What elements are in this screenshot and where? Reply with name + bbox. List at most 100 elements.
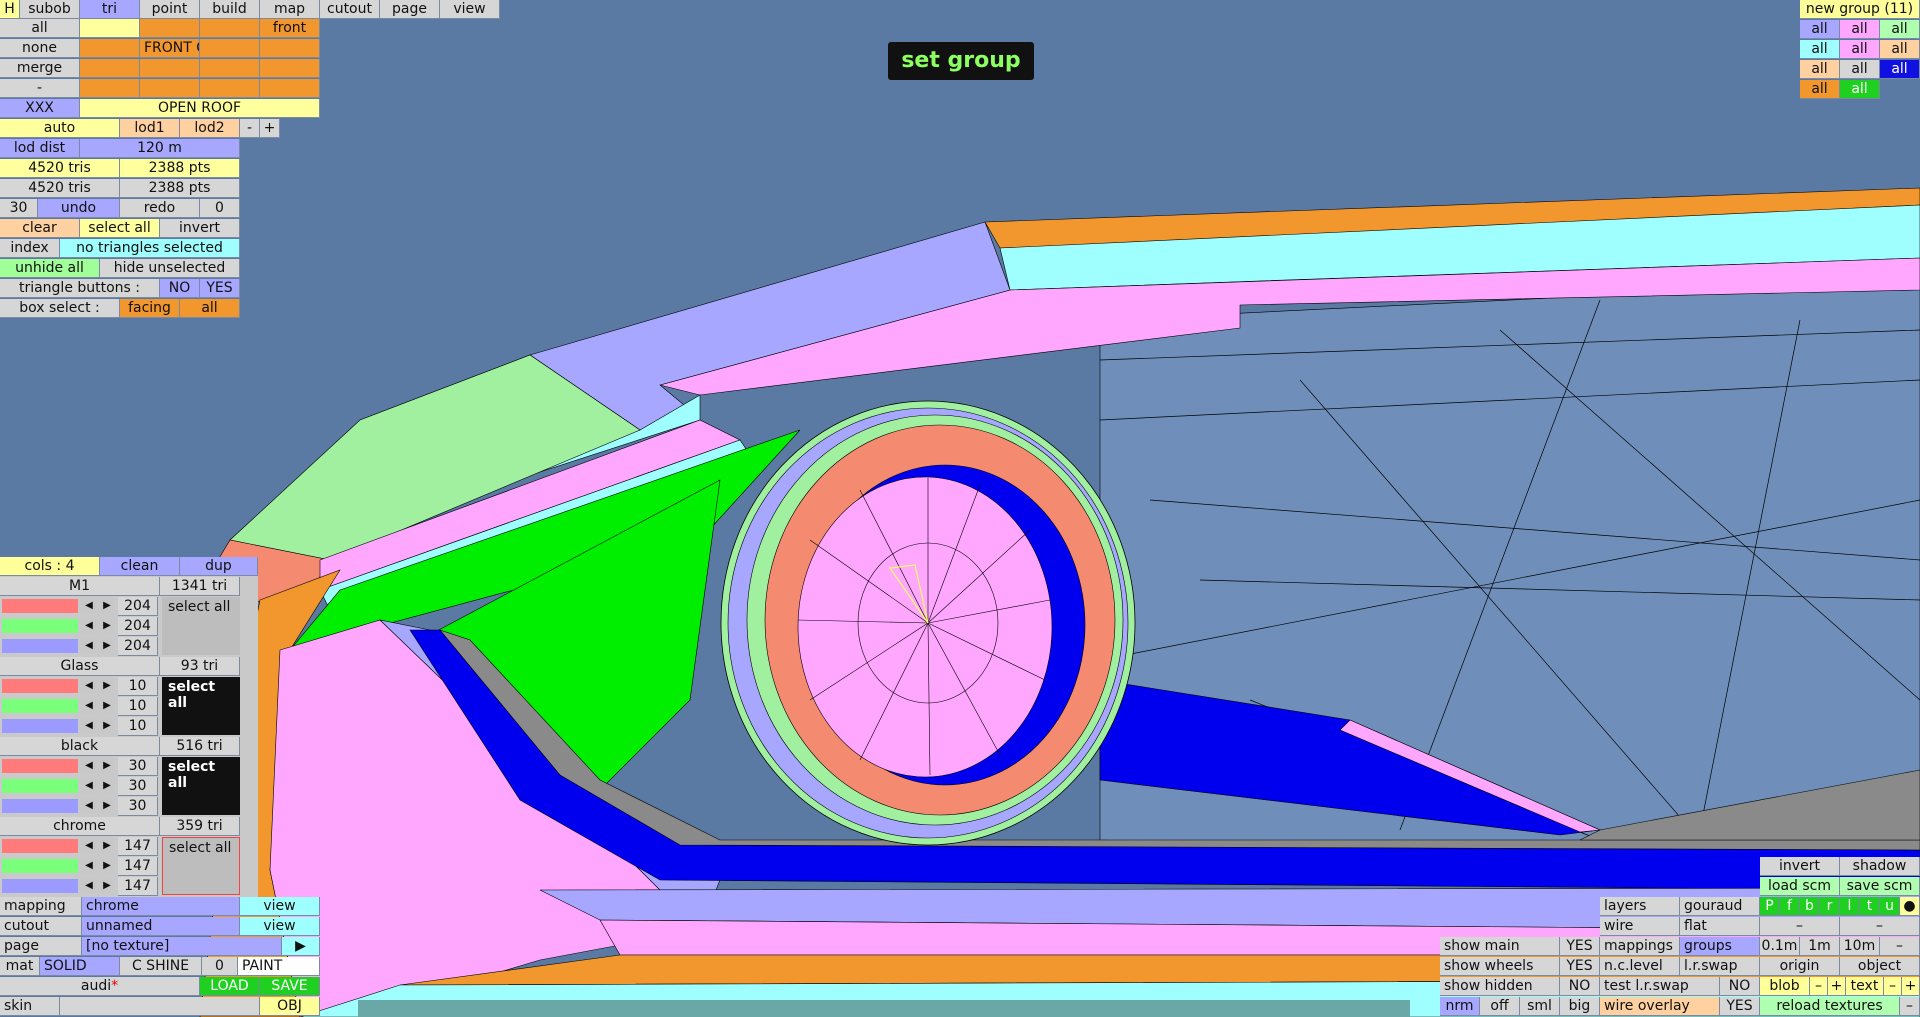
decrease-arrow-icon[interactable]: ◀ <box>82 639 96 653</box>
group-all-6[interactable]: all <box>1880 40 1920 59</box>
increase-arrow-icon[interactable]: ▶ <box>100 599 114 613</box>
group-front-g[interactable]: FRONT G <box>140 39 200 58</box>
menu-map[interactable]: map <box>260 0 320 19</box>
cutout-value[interactable]: unnamed <box>82 917 240 936</box>
group-cell[interactable] <box>260 39 320 58</box>
group-dash-button[interactable]: - <box>0 79 80 98</box>
group-cell[interactable] <box>80 59 140 78</box>
group-none-button[interactable]: none <box>0 39 80 58</box>
show-wheels-toggle[interactable]: YES <box>1560 957 1600 976</box>
blob-button[interactable]: blob <box>1760 977 1810 996</box>
undo-button[interactable]: undo <box>38 199 120 218</box>
group-all-8[interactable]: all <box>1840 60 1880 79</box>
group-cell[interactable] <box>200 59 260 78</box>
blob-minus[interactable]: – <box>1810 977 1828 996</box>
color-slider[interactable] <box>2 639 78 653</box>
layer-toggle-P[interactable]: P <box>1760 897 1780 916</box>
increase-arrow-icon[interactable]: ▶ <box>100 759 114 773</box>
color-value[interactable]: 10 <box>118 677 158 696</box>
step-dash[interactable]: – <box>1880 937 1920 956</box>
wire-overlay-toggle[interactable]: YES <box>1720 997 1760 1016</box>
color-value[interactable]: 147 <box>118 877 158 896</box>
color-value[interactable]: 30 <box>118 797 158 816</box>
mapping-value[interactable]: chrome <box>82 897 240 916</box>
show-main-toggle[interactable]: YES <box>1560 937 1600 956</box>
layer-toggle-f[interactable]: f <box>1780 897 1800 916</box>
color-value[interactable]: 147 <box>118 837 158 856</box>
invert-button[interactable]: invert <box>1760 857 1840 876</box>
hide-unselected-button[interactable]: hide unselected <box>100 259 240 278</box>
lod1-button[interactable]: lod1 <box>120 119 180 138</box>
increase-arrow-icon[interactable]: ▶ <box>100 859 114 873</box>
color-value[interactable]: 147 <box>118 857 158 876</box>
lod-auto-button[interactable]: auto <box>0 119 120 138</box>
group-all-9[interactable]: all <box>1880 60 1920 79</box>
color-slider[interactable] <box>2 679 78 693</box>
group-cell[interactable] <box>200 39 260 58</box>
index-button[interactable]: index <box>0 239 60 258</box>
menu-h[interactable]: H <box>0 0 20 19</box>
lod-dist-value[interactable]: 120 m <box>80 139 240 158</box>
group-all-11[interactable]: all <box>1840 80 1880 99</box>
blob-plus[interactable]: + <box>1828 977 1846 996</box>
material-select-all[interactable]: select all <box>168 599 230 615</box>
increase-arrow-icon[interactable]: ▶ <box>100 639 114 653</box>
material-preview[interactable]: select all <box>162 837 240 895</box>
menu-subob[interactable]: subob <box>20 0 80 19</box>
menu-point[interactable]: point <box>140 0 200 19</box>
color-slider[interactable] <box>2 859 78 873</box>
cutout-view-button[interactable]: view <box>240 917 320 936</box>
color-value[interactable]: 30 <box>118 757 158 776</box>
material-name[interactable]: black <box>0 737 160 756</box>
color-value[interactable]: 10 <box>118 697 158 716</box>
groups-button[interactable]: groups <box>1680 937 1760 956</box>
shadow-button[interactable]: shadow <box>1840 857 1920 876</box>
decrease-arrow-icon[interactable]: ◀ <box>82 599 96 613</box>
big-button[interactable]: big <box>1560 997 1600 1016</box>
group-all-button[interactable]: all <box>0 19 80 38</box>
invert-button[interactable]: invert <box>160 219 240 238</box>
gouraud-button[interactable]: gouraud <box>1680 897 1760 916</box>
select-all-button[interactable]: select all <box>80 219 160 238</box>
redo-button[interactable]: redo <box>120 199 200 218</box>
material-select-all[interactable]: select all <box>168 679 215 711</box>
clear-button[interactable]: clear <box>0 219 80 238</box>
save-scm-button[interactable]: save scm <box>1840 877 1920 896</box>
test-lr-swap-toggle[interactable]: NO <box>1720 977 1760 996</box>
group-cell[interactable] <box>80 19 140 38</box>
menu-cutout[interactable]: cutout <box>320 0 380 19</box>
solid-button[interactable]: SOLID <box>40 957 120 976</box>
color-slider[interactable] <box>2 699 78 713</box>
decrease-arrow-icon[interactable]: ◀ <box>82 699 96 713</box>
skin-value[interactable] <box>60 997 260 1016</box>
decrease-arrow-icon[interactable]: ◀ <box>82 839 96 853</box>
increase-arrow-icon[interactable]: ▶ <box>100 799 114 813</box>
mappings-button[interactable]: mappings <box>1600 937 1680 956</box>
paint-button[interactable]: PAINT <box>238 957 320 976</box>
dup-button[interactable]: dup <box>180 557 258 576</box>
3d-viewport[interactable] <box>0 0 1920 1017</box>
text-minus[interactable]: – <box>1884 977 1902 996</box>
menu-view[interactable]: view <box>440 0 500 19</box>
unhide-all-button[interactable]: unhide all <box>0 259 100 278</box>
sml-button[interactable]: sml <box>1520 997 1560 1016</box>
layer-toggle-r[interactable]: r <box>1820 897 1840 916</box>
group-all-3[interactable]: all <box>1880 20 1920 39</box>
material-name[interactable]: M1 <box>0 577 160 596</box>
color-slider[interactable] <box>2 799 78 813</box>
object-button[interactable]: object <box>1840 957 1920 976</box>
color-slider[interactable] <box>2 619 78 633</box>
decrease-arrow-icon[interactable]: ◀ <box>82 719 96 733</box>
group-xxx-button[interactable]: XXX <box>0 99 80 118</box>
reload-dash[interactable]: – <box>1900 997 1920 1016</box>
nrm-button[interactable]: nrm <box>1440 997 1480 1016</box>
color-value[interactable]: 204 <box>118 597 158 616</box>
decrease-arrow-icon[interactable]: ◀ <box>82 619 96 633</box>
color-slider[interactable] <box>2 879 78 893</box>
group-cell[interactable] <box>260 79 320 98</box>
material-name[interactable]: Glass <box>0 657 160 676</box>
new-group-button[interactable]: new group (11) <box>1800 0 1920 19</box>
page-next-button[interactable]: ▶ <box>282 937 320 956</box>
color-slider[interactable] <box>2 599 78 613</box>
increase-arrow-icon[interactable]: ▶ <box>100 719 114 733</box>
